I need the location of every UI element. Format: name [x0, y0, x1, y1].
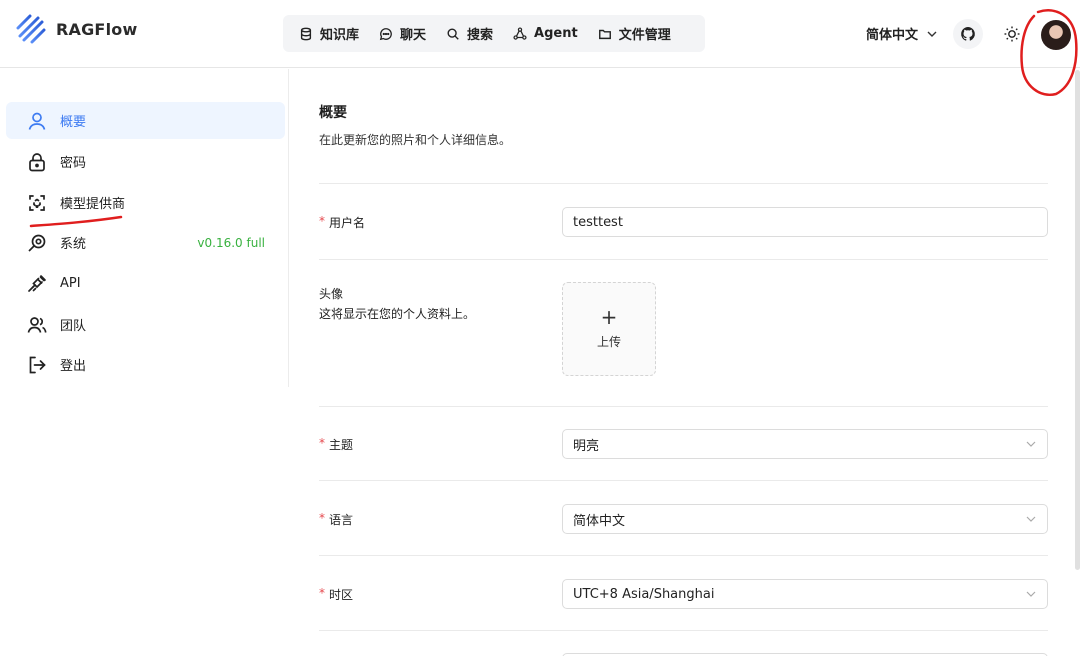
- database-icon: [300, 27, 312, 40]
- sun-icon: [1004, 26, 1020, 42]
- lock-icon: [29, 152, 45, 171]
- nav-search[interactable]: 搜索: [436, 15, 503, 52]
- username-value: testtest: [573, 214, 623, 230]
- scrollbar[interactable]: [1075, 70, 1080, 570]
- avatar-label-text: 头像: [319, 287, 344, 301]
- timezone-select[interactable]: UTC+8 Asia/Shanghai: [562, 579, 1048, 609]
- folder-icon: [598, 29, 611, 39]
- nav-label: Agent: [534, 26, 578, 41]
- nav-agent[interactable]: Agent: [503, 15, 588, 52]
- page-title: 概要: [319, 105, 347, 121]
- theme-select[interactable]: 明亮: [562, 429, 1048, 459]
- avatar-upload-button[interactable]: + 上传: [562, 282, 656, 376]
- sidebar-item-team[interactable]: 团队: [6, 306, 285, 343]
- model-provider-icon: [29, 194, 45, 211]
- top-header: RAGFlow 知识库 聊天 搜索 Agent 文件管理 简体中文: [0, 0, 1080, 97]
- required-marker: *: [319, 214, 325, 228]
- nav-label: 知识库: [320, 28, 360, 43]
- username-label: * 用户名: [319, 214, 365, 231]
- sidebar-item-logout[interactable]: 登出: [6, 346, 285, 383]
- username-input[interactable]: testtest: [562, 207, 1048, 237]
- language-label: 简体中文: [866, 28, 919, 43]
- sidebar-item-label: 模型提供商: [60, 197, 126, 212]
- divider: [319, 406, 1048, 407]
- main-nav: 知识库 聊天 搜索 Agent 文件管理: [283, 15, 705, 52]
- avatar-field-label: 头像 这将显示在您的个人资料上。: [319, 284, 475, 324]
- chevron-down-icon: [1026, 591, 1036, 597]
- avatar-hint-text: 这将显示在您的个人资料上。: [319, 307, 476, 321]
- sidebar-item-label: API: [60, 276, 81, 291]
- sidebar-item-model-providers[interactable]: 模型提供商: [6, 184, 285, 221]
- sidebar-item-label: 登出: [60, 359, 87, 374]
- sidebar-item-system[interactable]: 系统 v0.16.0 full: [6, 224, 285, 261]
- sidebar-item-label: 概要: [60, 115, 87, 130]
- nav-label: 聊天: [400, 28, 427, 43]
- nav-chat[interactable]: 聊天: [369, 15, 436, 52]
- divider: [319, 480, 1048, 481]
- logout-icon: [29, 356, 46, 373]
- avatar[interactable]: [1041, 20, 1071, 50]
- theme-label: * 主题: [319, 436, 353, 453]
- settings-sidebar: 概要 密码 模型提供商 系统 v0.16.0 full API 团队 登出: [0, 69, 289, 387]
- language-switcher[interactable]: 简体中文: [866, 24, 938, 43]
- nav-label: 文件管理: [618, 28, 671, 43]
- chevron-down-icon: [1026, 516, 1036, 522]
- sidebar-item-api[interactable]: API: [6, 265, 285, 302]
- team-icon: [27, 316, 47, 333]
- app-logo[interactable]: RAGFlow: [16, 14, 137, 44]
- language-label: * 语言: [319, 511, 353, 528]
- language-value: 简体中文: [573, 513, 626, 529]
- github-icon: [961, 27, 975, 41]
- sidebar-item-profile[interactable]: 概要: [6, 102, 285, 139]
- sidebar-item-label: 密码: [60, 156, 87, 171]
- divider: [319, 183, 1048, 184]
- github-button[interactable]: [953, 19, 983, 49]
- required-marker: *: [319, 511, 325, 525]
- system-icon: [28, 234, 46, 252]
- theme-toggle-button[interactable]: [997, 19, 1027, 49]
- required-marker: *: [319, 436, 325, 450]
- timezone-value: UTC+8 Asia/Shanghai: [573, 586, 715, 602]
- plug-icon: [28, 274, 46, 292]
- ragflow-logo-icon: [16, 14, 46, 44]
- nav-file-management[interactable]: 文件管理: [588, 15, 681, 52]
- nav-label: 搜索: [467, 28, 494, 43]
- agent-icon: [513, 26, 527, 40]
- timezone-label: * 时区: [319, 586, 353, 603]
- upload-label: 上传: [596, 334, 621, 349]
- sidebar-item-label: 团队: [60, 319, 87, 334]
- language-label-text: 语言: [329, 513, 354, 527]
- red-annotation-circle: [1020, 9, 1078, 97]
- theme-value: 明亮: [573, 438, 600, 454]
- divider: [319, 555, 1048, 556]
- chevron-down-icon: [1026, 441, 1036, 447]
- plus-icon: +: [600, 304, 618, 329]
- chat-icon: [379, 27, 392, 40]
- nav-knowledge-base[interactable]: 知识库: [289, 15, 369, 52]
- sidebar-item-label: 系统: [60, 237, 87, 252]
- version-label: v0.16.0 full: [197, 235, 265, 250]
- sidebar-item-password[interactable]: 密码: [6, 143, 285, 180]
- user-icon: [28, 112, 46, 130]
- username-label-text: 用户名: [329, 216, 366, 230]
- chevron-down-icon: [927, 31, 937, 37]
- divider: [319, 630, 1048, 631]
- theme-label-text: 主题: [329, 438, 354, 452]
- page-description: 在此更新您的照片和个人详细信息。: [319, 133, 512, 147]
- language-select[interactable]: 简体中文: [562, 504, 1048, 534]
- timezone-label-text: 时区: [329, 588, 354, 602]
- divider: [319, 259, 1048, 260]
- required-marker: *: [319, 586, 325, 600]
- app-name: RAGFlow: [56, 19, 138, 39]
- search-icon: [447, 27, 459, 40]
